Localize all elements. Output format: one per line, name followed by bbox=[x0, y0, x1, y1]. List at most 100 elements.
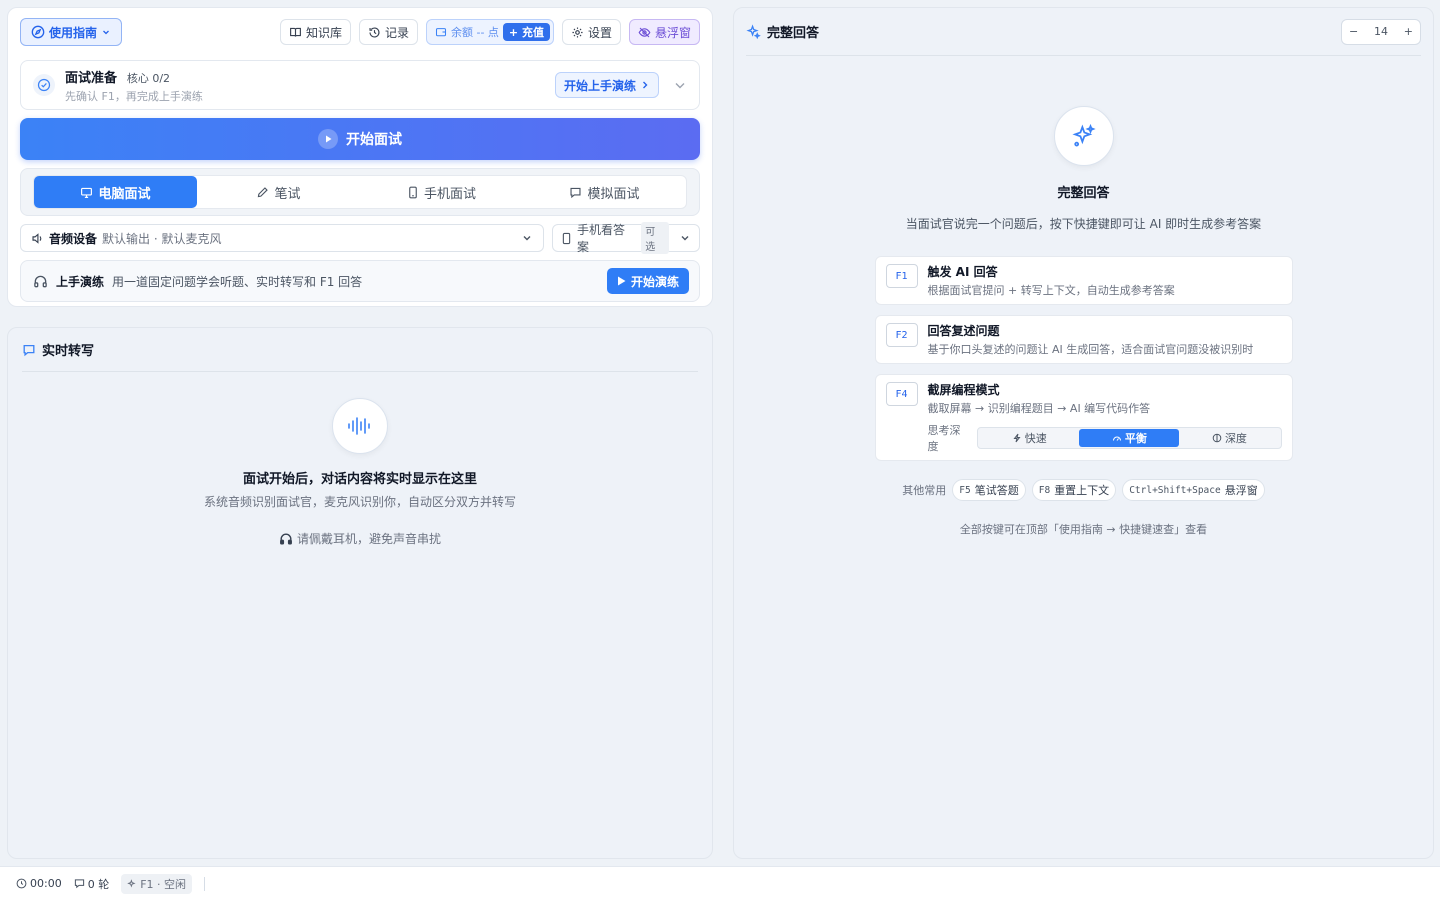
book-icon bbox=[289, 26, 302, 39]
recharge-button[interactable]: + 充值 bbox=[502, 23, 550, 41]
shortcut-text: 触发 AI 回答 根据面试官提问 + 转写上下文，自动生成参考答案 bbox=[928, 263, 1175, 298]
headphones-icon bbox=[33, 274, 48, 289]
shortcut-text: 截屏编程模式 截取屏幕 → 识别编程题目 → AI 编写代码作答 思考深度 快速 bbox=[928, 381, 1282, 454]
answer-empty-sub: 当面试官说完一个问题后，按下快捷键即可让 AI 即时生成参考答案 bbox=[905, 217, 1262, 231]
transcript-header: 实时转写 bbox=[22, 328, 698, 372]
check-circle-icon bbox=[33, 74, 55, 96]
headphones-icon bbox=[279, 532, 293, 546]
headphone-tip: 请佩戴耳机，避免声音串扰 bbox=[279, 530, 441, 547]
speaker-icon bbox=[31, 232, 44, 245]
mode-tabs-inner: 电脑面试 笔试 手机面试 模拟面试 bbox=[33, 175, 687, 209]
knowledge-base-button[interactable]: 知识库 bbox=[279, 19, 351, 45]
interview-prep: 面试准备 核心 0/2 先确认 F1，再完成上手演练 开始上手演练 bbox=[20, 60, 700, 110]
chip-label: 重置上下文 bbox=[1054, 484, 1110, 497]
shortcut-chip-float[interactable]: Ctrl+Shift+Space 悬浮窗 bbox=[1122, 479, 1265, 501]
tab-desktop-interview[interactable]: 电脑面试 bbox=[34, 176, 197, 208]
chip-label: 笔试答题 bbox=[974, 484, 1019, 497]
settings-label: 设置 bbox=[587, 25, 612, 40]
play-icon bbox=[318, 129, 338, 149]
depth-label: 深度 bbox=[1224, 432, 1247, 445]
guide-label: 使用指南 bbox=[49, 25, 98, 40]
start-interview-button[interactable]: 开始面试 bbox=[20, 118, 700, 160]
kbd-key: F4 bbox=[885, 382, 918, 406]
shortcut-f4[interactable]: F4 截屏编程模式 截取屏幕 → 识别编程题目 → AI 编写代码作答 思考深度… bbox=[874, 374, 1293, 461]
chevron-down-icon bbox=[521, 232, 533, 244]
history-icon bbox=[368, 26, 381, 39]
brain-icon bbox=[1212, 433, 1222, 443]
tab-phone-interview[interactable]: 手机面试 bbox=[360, 176, 523, 208]
depth-fast[interactable]: 快速 bbox=[979, 429, 1079, 447]
chat-icon bbox=[569, 186, 582, 199]
balance-label: 余额 -- 点 bbox=[450, 26, 499, 39]
shortcut-chip-f8[interactable]: F8 重置上下文 bbox=[1031, 479, 1117, 501]
left-column: 使用指南 知识库 记录 余额 -- 点 + 充值 设置 悬浮窗 面试准备 核心 … bbox=[7, 7, 713, 307]
chevron-right-icon bbox=[640, 80, 650, 90]
answer-panel: 完整回答 − 14 + 完整回答 当面试官说完一个问题后，按下快捷键即可让 AI… bbox=[733, 7, 1434, 859]
guide-button[interactable]: 使用指南 bbox=[20, 18, 123, 46]
shortcut-desc: 截取屏幕 → 识别编程题目 → AI 编写代码作答 bbox=[927, 402, 1151, 415]
timer-value: 00:00 bbox=[30, 877, 62, 890]
float-window-button[interactable]: 悬浮窗 bbox=[628, 19, 700, 45]
round-count-value: 0 轮 bbox=[87, 877, 110, 891]
shortcut-title: 回答复述问题 bbox=[927, 324, 1000, 338]
audio-device-label: 音频设备 bbox=[49, 231, 98, 246]
transcript-empty-title: 面试开始后，对话内容将实时显示在这里 bbox=[242, 472, 477, 487]
depth-balanced[interactable]: 平衡 bbox=[1079, 429, 1180, 447]
audio-device-value: 默认输出 · 默认麦克风 bbox=[102, 231, 222, 246]
transcript-title: 实时转写 bbox=[42, 344, 95, 359]
control-card: 使用指南 知识库 记录 余额 -- 点 + 充值 设置 悬浮窗 面试准备 核心 … bbox=[7, 7, 713, 307]
other-shortcuts-label: 其他常用 bbox=[902, 484, 947, 497]
prep-text: 面试准备 核心 0/2 先确认 F1，再完成上手演练 bbox=[65, 67, 555, 104]
kbd-key: F1 bbox=[885, 264, 918, 288]
shortcut-title: 截屏编程模式 bbox=[927, 383, 1000, 397]
zoom-in-button[interactable]: + bbox=[1404, 25, 1413, 38]
chip-key: F8 bbox=[1038, 484, 1051, 496]
transcript-empty-state: 面试开始后，对话内容将实时显示在这里 系统音频识别面试官，麦克风识别你，自动区分… bbox=[22, 398, 698, 547]
phone-answer-select[interactable]: 手机看答案 可选 bbox=[552, 222, 700, 254]
tab-written-test[interactable]: 笔试 bbox=[197, 176, 360, 208]
tab-label: 模拟面试 bbox=[587, 186, 640, 202]
tab-mock-interview[interactable]: 模拟面试 bbox=[523, 176, 686, 208]
audio-device-select[interactable]: 音频设备 默认输出 · 默认麦克风 bbox=[20, 224, 544, 252]
gear-icon bbox=[571, 26, 584, 39]
shortcut-f2[interactable]: F2 回答复述问题 基于你口头复述的问题让 AI 生成回答，适合面试官问题没被识… bbox=[874, 315, 1293, 364]
thinking-depth-segmented: 快速 平衡 深度 bbox=[977, 427, 1282, 449]
settings-button[interactable]: 设置 bbox=[561, 19, 621, 45]
start-practice-link[interactable]: 开始上手演练 bbox=[554, 72, 659, 98]
phone-icon bbox=[407, 186, 419, 199]
compass-icon bbox=[31, 25, 45, 39]
expand-chevron-icon[interactable] bbox=[673, 78, 687, 92]
balance-widget[interactable]: 余额 -- 点 + 充值 bbox=[425, 19, 554, 45]
chip-key: F5 bbox=[959, 484, 971, 496]
lightning-icon bbox=[1012, 433, 1022, 443]
eye-off-icon bbox=[638, 26, 651, 39]
zoom-out-button[interactable]: − bbox=[1349, 25, 1358, 38]
font-size-stepper: − 14 + bbox=[1341, 18, 1421, 45]
timer: 00:00 bbox=[16, 877, 62, 890]
other-shortcuts: 其他常用 F5 笔试答题 F8 重置上下文 Ctrl+Shift+Space 悬… bbox=[902, 479, 1265, 501]
wallet-icon bbox=[435, 26, 447, 38]
shortcut-desc: 基于你口头复述的问题让 AI 生成回答，适合面试官问题没被识别时 bbox=[927, 343, 1254, 356]
sparkle-icon bbox=[127, 878, 137, 889]
chip-label: 悬浮窗 bbox=[1224, 484, 1258, 497]
depth-label: 平衡 bbox=[1124, 432, 1147, 445]
top-toolbar: 使用指南 知识库 记录 余额 -- 点 + 充值 设置 悬浮窗 bbox=[20, 18, 700, 46]
shortcut-chip-f5[interactable]: F5 笔试答题 bbox=[952, 479, 1026, 501]
chevron-down-icon bbox=[679, 232, 691, 244]
shortcut-desc: 根据面试官提问 + 转写上下文，自动生成参考答案 bbox=[927, 284, 1175, 297]
history-button[interactable]: 记录 bbox=[358, 19, 418, 45]
status-bar: 00:00 0 轮 F1 · 空闲 bbox=[0, 866, 1440, 900]
start-practice-button[interactable]: 开始演练 bbox=[606, 268, 689, 294]
float-label: 悬浮窗 bbox=[654, 25, 691, 40]
tab-label: 笔试 bbox=[274, 186, 301, 202]
practice-title: 上手演练 bbox=[56, 274, 105, 289]
depth-deep[interactable]: 深度 bbox=[1179, 429, 1279, 447]
waveform-icon bbox=[332, 398, 388, 454]
shortcut-f1[interactable]: F1 触发 AI 回答 根据面试官提问 + 转写上下文，自动生成参考答案 bbox=[874, 256, 1293, 305]
headphone-tip-text: 请佩戴耳机，避免声音串扰 bbox=[296, 532, 441, 546]
start-interview-label: 开始面试 bbox=[346, 132, 402, 148]
depth-label: 快速 bbox=[1024, 432, 1047, 445]
chip-key: Ctrl+Shift+Space bbox=[1129, 484, 1221, 496]
play-icon bbox=[617, 276, 626, 286]
phone-icon bbox=[561, 232, 572, 245]
